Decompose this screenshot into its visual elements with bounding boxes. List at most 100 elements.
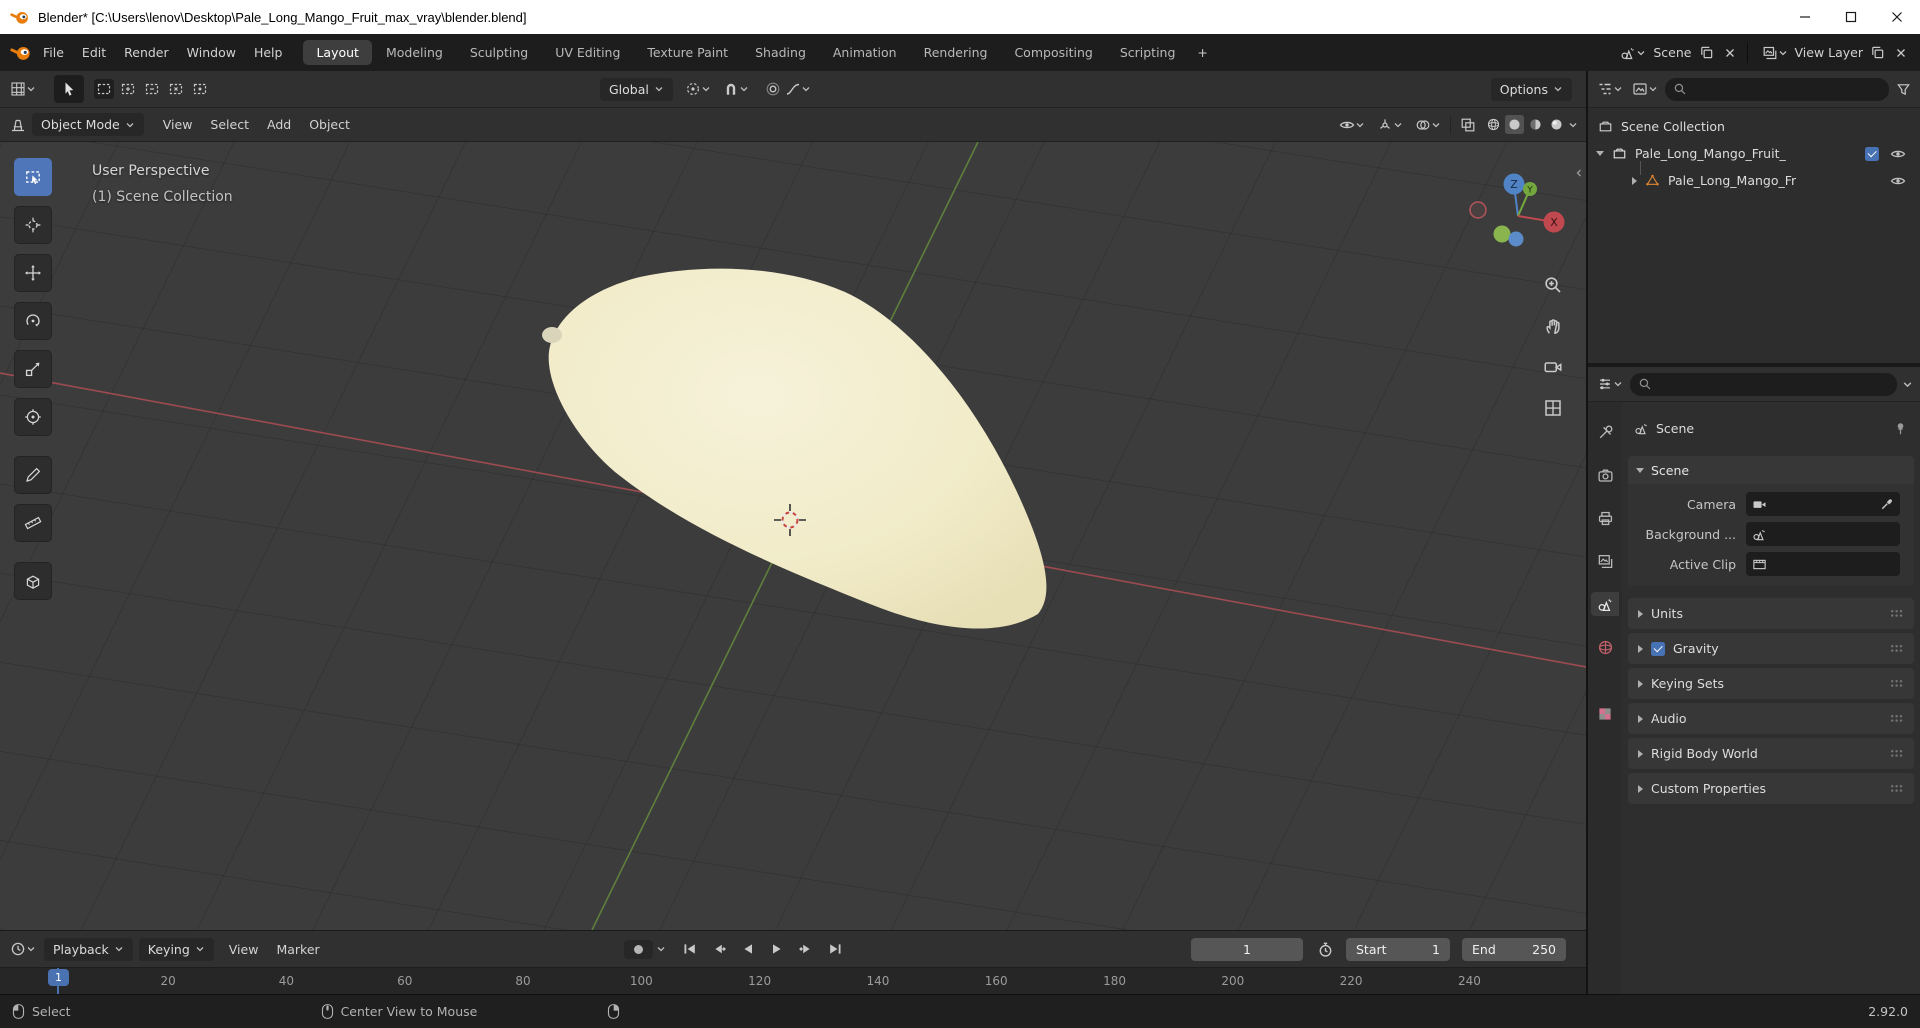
options-dropdown[interactable]: Options — [1490, 77, 1572, 101]
expand-icon[interactable] — [1596, 151, 1604, 156]
close-icon[interactable] — [1892, 44, 1910, 62]
viewport-editor-icon[interactable] — [8, 115, 28, 135]
shading-solid-icon[interactable] — [1505, 115, 1524, 134]
menu-object[interactable]: Object — [300, 112, 359, 137]
axis-neg-y-ball[interactable] — [1493, 225, 1511, 243]
annotate-tool-button[interactable] — [14, 456, 52, 494]
3d-viewport[interactable]: User Perspective (1) Scene Collection Z … — [0, 142, 1586, 930]
tab-layout[interactable]: Layout — [303, 40, 372, 65]
properties-search[interactable] — [1630, 372, 1897, 396]
play-reverse-icon[interactable] — [738, 939, 758, 959]
filter-icon[interactable] — [1894, 80, 1913, 99]
drag-grip-icon[interactable] — [1890, 714, 1904, 723]
close-button[interactable] — [1874, 0, 1920, 34]
navigation-gizmo[interactable]: Z Y X — [1466, 168, 1570, 254]
scene-tab-icon[interactable] — [1591, 592, 1619, 616]
timeline-ruler[interactable]: 20 40 60 80 100 120 140 160 180 200 220 … — [0, 967, 1586, 994]
play-icon[interactable] — [767, 939, 787, 959]
blender-menu-icon[interactable] — [8, 42, 34, 63]
outliner-row-scene-collection[interactable]: Scene Collection — [1588, 113, 1920, 140]
jump-end-icon[interactable] — [825, 939, 845, 959]
axis-neg-x-ball[interactable] — [1469, 201, 1487, 219]
current-frame-field[interactable]: 1 — [1191, 937, 1303, 961]
drag-grip-icon[interactable] — [1890, 749, 1904, 758]
snap-magnet-icon[interactable] — [721, 79, 751, 99]
playhead[interactable]: 1 — [48, 969, 69, 986]
tab-uv-editing[interactable]: UV Editing — [542, 40, 633, 65]
units-panel[interactable]: Units — [1628, 598, 1914, 629]
measure-tool-button[interactable] — [14, 504, 52, 542]
display-mode-icon[interactable] — [1630, 79, 1660, 99]
next-keyframe-icon[interactable] — [796, 939, 816, 959]
collapse-icon[interactable] — [1632, 176, 1637, 185]
gravity-panel[interactable]: Gravity — [1628, 633, 1914, 664]
maximize-button[interactable] — [1828, 0, 1874, 34]
tab-rendering[interactable]: Rendering — [911, 40, 1001, 65]
active-tool-icon[interactable] — [54, 75, 84, 103]
filter-dropdown-icon[interactable] — [1902, 379, 1913, 390]
mango-object[interactable] — [548, 268, 1047, 629]
view-layer-tab-icon[interactable] — [1591, 549, 1619, 573]
menu-marker[interactable]: Marker — [267, 937, 328, 962]
stopwatch-icon[interactable] — [1315, 939, 1336, 960]
shading-material-icon[interactable] — [1526, 115, 1545, 134]
zoom-icon[interactable] — [1542, 274, 1564, 296]
record-options-icon[interactable] — [656, 944, 666, 954]
texture-tab-icon[interactable] — [1591, 702, 1619, 726]
eye-icon[interactable] — [1888, 144, 1908, 164]
outliner-search[interactable] — [1665, 77, 1889, 101]
start-frame-field[interactable]: Start 1 — [1346, 937, 1450, 961]
outliner-row-object[interactable]: Pale_Long_Mango_Fr — [1588, 161, 1920, 194]
shading-rendered-icon[interactable] — [1547, 115, 1566, 134]
transform-tool-button[interactable] — [14, 398, 52, 436]
scene-panel-header[interactable]: Scene — [1628, 456, 1914, 484]
scene-name[interactable]: Scene — [1653, 45, 1691, 60]
timeline-editor-icon[interactable] — [8, 939, 38, 959]
custom-properties-panel[interactable]: Custom Properties — [1628, 773, 1914, 804]
breadcrumb-label[interactable]: Scene — [1656, 421, 1694, 436]
prev-keyframe-icon[interactable] — [709, 939, 729, 959]
menu-window[interactable]: Window — [178, 40, 245, 65]
pivot-point-icon[interactable] — [683, 79, 713, 99]
jump-start-icon[interactable] — [680, 939, 700, 959]
active-clip-field[interactable] — [1746, 552, 1900, 576]
select-mode-intersect-icon[interactable] — [190, 79, 210, 99]
properties-search-input[interactable] — [1658, 376, 1889, 392]
transform-orientation-dropdown[interactable]: Global — [600, 77, 673, 101]
tab-texture-paint[interactable]: Texture Paint — [634, 40, 741, 65]
outliner-search-input[interactable] — [1693, 81, 1881, 97]
copy-icon[interactable] — [1697, 43, 1716, 62]
camera-field[interactable] — [1746, 492, 1900, 516]
outliner-editor-icon[interactable] — [1595, 79, 1625, 99]
view-layer-name[interactable]: View Layer — [1795, 45, 1864, 60]
menu-add[interactable]: Add — [258, 112, 300, 137]
copy-icon[interactable] — [1868, 43, 1887, 62]
move-tool-button[interactable] — [14, 254, 52, 292]
menu-view[interactable]: View — [154, 112, 202, 137]
keying-sets-panel[interactable]: Keying Sets — [1628, 668, 1914, 699]
drag-grip-icon[interactable] — [1890, 679, 1904, 688]
gravity-checkbox[interactable] — [1651, 641, 1665, 656]
outliner-row-label[interactable]: Pale_Long_Mango_Fr — [1668, 173, 1796, 188]
region-collapse-icon[interactable] — [1574, 168, 1584, 178]
end-frame-field[interactable]: End 250 — [1462, 937, 1566, 961]
view-layer-icon[interactable] — [1760, 43, 1790, 63]
drag-grip-icon[interactable] — [1890, 784, 1904, 793]
rotate-tool-button[interactable] — [14, 302, 52, 340]
tab-scripting[interactable]: Scripting — [1107, 40, 1189, 65]
drag-grip-icon[interactable] — [1890, 609, 1904, 618]
shading-wireframe-icon[interactable] — [1484, 115, 1503, 134]
select-mode-subtract-icon[interactable] — [142, 79, 162, 99]
select-mode-extend-icon[interactable] — [118, 79, 138, 99]
camera-view-icon[interactable] — [1542, 356, 1564, 378]
select-box-tool-button[interactable] — [14, 158, 52, 196]
rigid-body-world-panel[interactable]: Rigid Body World — [1628, 738, 1914, 769]
tab-animation[interactable]: Animation — [820, 40, 910, 65]
outliner-row-collection[interactable]: Pale_Long_Mango_Fruit_ — [1588, 140, 1920, 167]
eye-icon[interactable] — [1888, 171, 1908, 191]
playback-dropdown[interactable]: Playback — [44, 937, 133, 961]
pin-icon[interactable] — [1893, 421, 1908, 436]
output-tab-icon[interactable] — [1591, 506, 1619, 530]
pan-hand-icon[interactable] — [1542, 315, 1564, 337]
auto-keyframe-record-button[interactable] — [623, 939, 653, 959]
